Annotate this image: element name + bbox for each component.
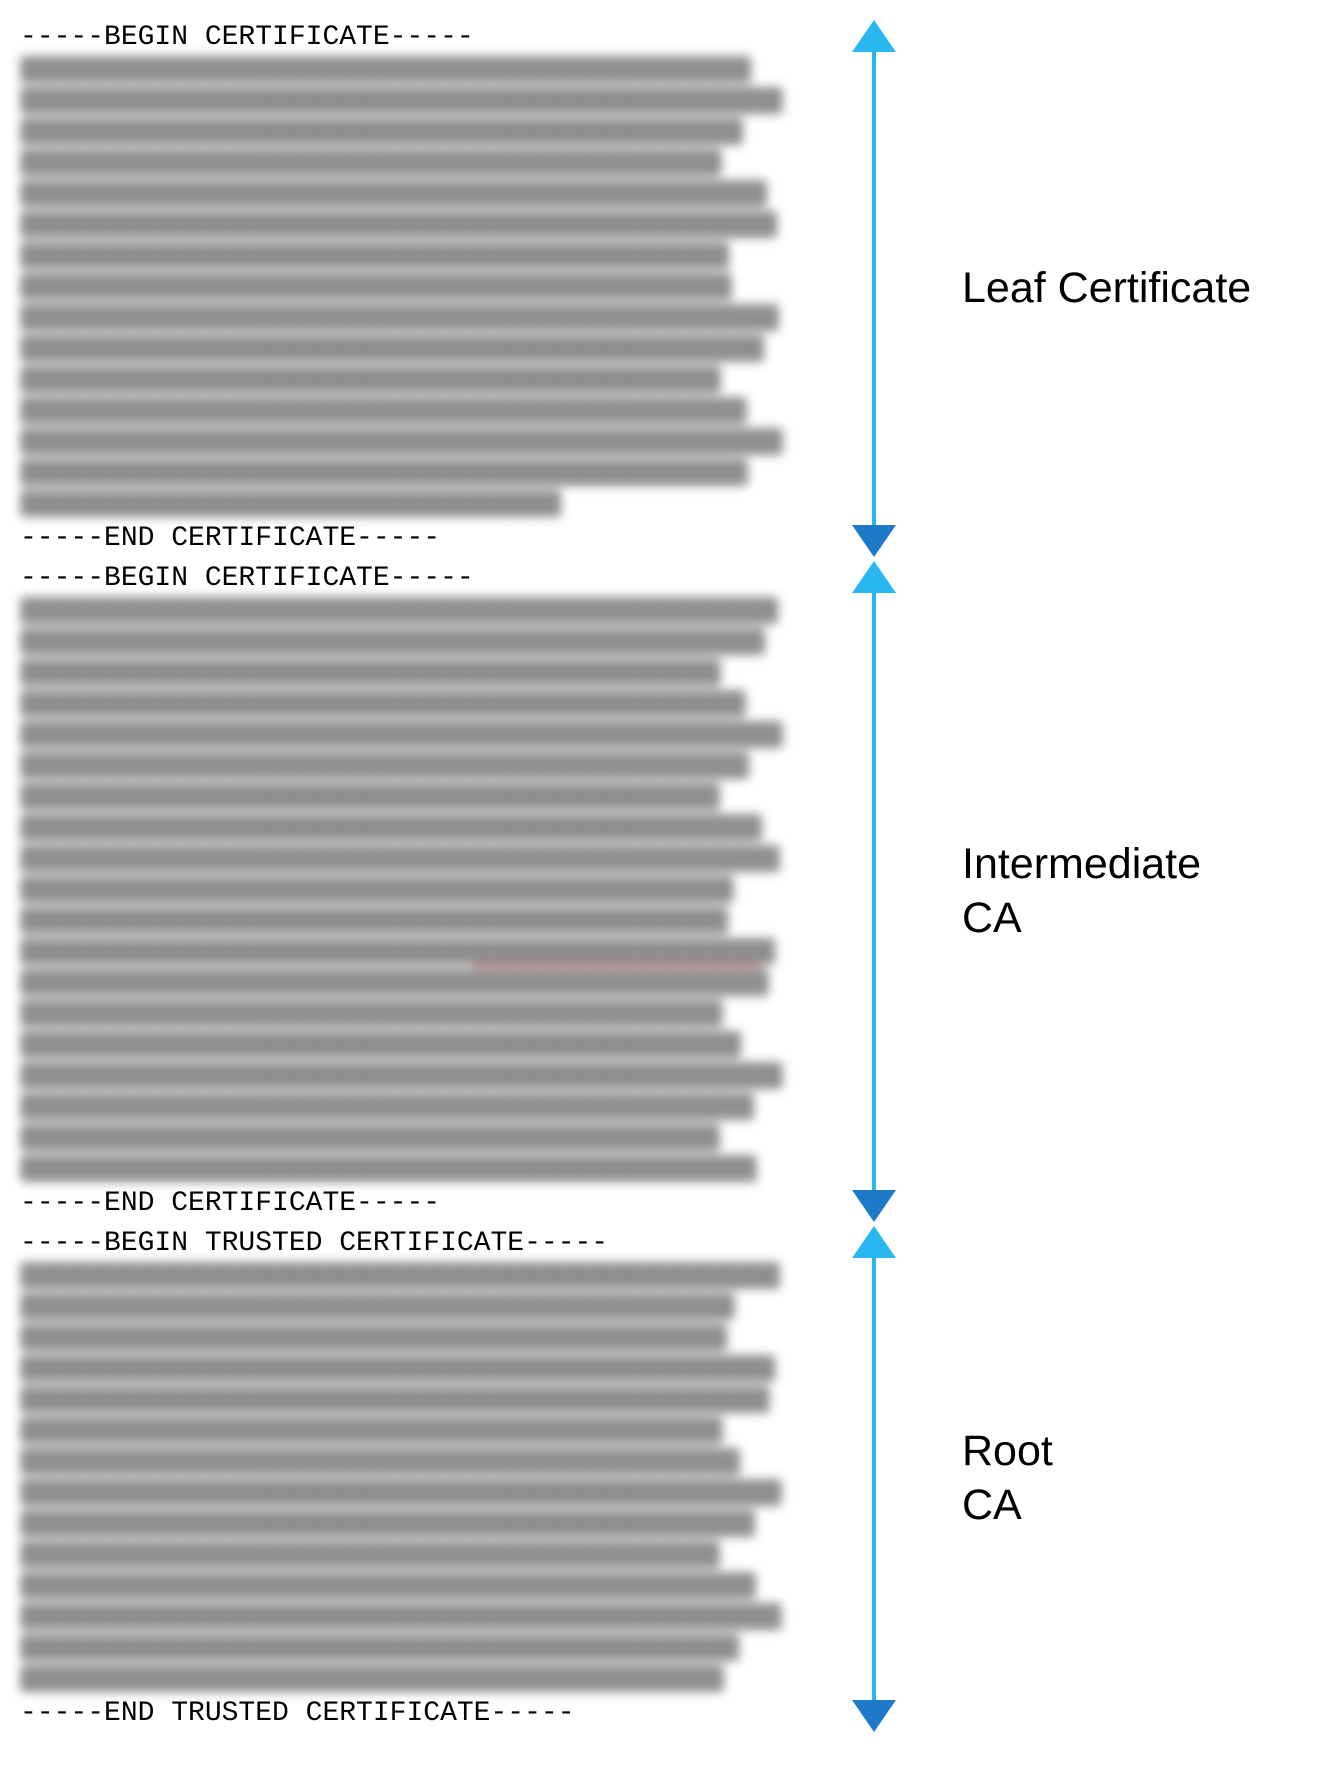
pem-body-line <box>20 1062 783 1089</box>
cert-role-label-container: Leaf Certificate <box>896 20 1298 557</box>
pem-body-line <box>20 1000 723 1027</box>
pem-body-line <box>20 1510 755 1537</box>
pem-body-line <box>20 273 732 300</box>
pem-body-line <box>20 690 746 717</box>
pem-body-line <box>20 1293 735 1320</box>
cert-pem-block: -----BEGIN TRUSTED CERTIFICATE----- -----… <box>20 1226 815 1732</box>
pem-body-line <box>20 242 729 269</box>
pem-end-line: -----END TRUSTED CERTIFICATE----- <box>20 1696 815 1732</box>
pem-body-line <box>20 304 779 331</box>
arrow-stem <box>872 52 876 525</box>
pem-body-line <box>20 149 722 176</box>
pem-body-line <box>20 876 734 903</box>
pem-body-line <box>20 1124 720 1151</box>
pem-body-line <box>20 752 749 779</box>
pem-body-line <box>20 721 783 748</box>
arrow-stem <box>872 1258 876 1700</box>
pem-body-line <box>20 597 778 624</box>
cert-role-label-container: Intermediate CA <box>896 561 1298 1222</box>
pem-body-line <box>20 180 767 207</box>
arrow-up-icon <box>852 20 896 52</box>
pem-body-line <box>20 1155 757 1182</box>
cert-pem-block: -----BEGIN CERTIFICATE----- -----END CERT… <box>20 20 815 557</box>
pem-body-line <box>20 56 751 83</box>
arrow-up-icon <box>852 1226 896 1258</box>
pem-body-line <box>20 938 775 965</box>
pem-body-line <box>20 1665 724 1692</box>
cert-chain-entry: -----BEGIN CERTIFICATE----- -----END CERT… <box>20 561 1298 1222</box>
pem-body-line <box>20 783 720 810</box>
pem-begin-line: -----BEGIN CERTIFICATE----- <box>20 20 815 56</box>
cert-chain-entry: -----BEGIN TRUSTED CERTIFICATE----- -----… <box>20 1226 1298 1732</box>
pem-body-line <box>20 1417 723 1444</box>
pem-body-line <box>20 845 780 872</box>
pem-begin-line: -----BEGIN CERTIFICATE----- <box>20 561 815 597</box>
pem-body-line <box>20 628 765 655</box>
pem-body-line <box>20 1448 740 1475</box>
arrow-down-icon <box>852 1190 896 1222</box>
extent-arrow <box>851 20 896 557</box>
pem-body-blurred <box>20 597 815 1186</box>
arrow-down-icon <box>852 1700 896 1732</box>
pem-body-line <box>20 814 762 841</box>
pem-body-line <box>20 1634 739 1661</box>
arrow-down-icon <box>852 525 896 557</box>
cert-chain-entry: -----BEGIN CERTIFICATE----- -----END CERT… <box>20 20 1298 557</box>
pem-end-line: -----END CERTIFICATE----- <box>20 1186 815 1222</box>
pem-body-line <box>20 1031 741 1058</box>
pem-end-line: -----END CERTIFICATE----- <box>20 521 815 557</box>
pem-body-line <box>20 335 764 362</box>
pem-begin-line: -----BEGIN TRUSTED CERTIFICATE----- <box>20 1226 815 1262</box>
pem-body-line <box>20 1479 782 1506</box>
pem-body-line <box>20 1262 780 1289</box>
pem-body-line <box>20 87 783 114</box>
pem-body-blurred <box>20 1262 815 1696</box>
pem-body-line <box>20 118 743 145</box>
pem-body-line <box>20 1386 770 1413</box>
pem-body-line <box>20 1355 775 1382</box>
pem-body-line <box>20 459 748 486</box>
cert-role-label: Root CA <box>962 1425 1053 1533</box>
pem-body-line <box>20 428 783 455</box>
pem-body-line <box>20 211 777 238</box>
extent-arrow <box>851 1226 896 1732</box>
extent-arrow <box>851 561 896 1222</box>
pem-body-line <box>20 969 769 996</box>
arrow-up-icon <box>852 561 896 593</box>
cert-pem-block: -----BEGIN CERTIFICATE----- -----END CERT… <box>20 561 815 1222</box>
arrow-stem <box>872 593 876 1190</box>
pem-body-line <box>20 1324 727 1351</box>
pem-body-line <box>20 1572 756 1599</box>
pem-body-line <box>20 397 747 424</box>
pem-body-line <box>20 490 561 517</box>
cert-role-label: Intermediate CA <box>962 838 1201 946</box>
pem-body-line <box>20 659 721 686</box>
pem-body-line <box>20 1603 782 1630</box>
pem-body-line <box>20 907 728 934</box>
cert-role-label: Leaf Certificate <box>962 262 1251 316</box>
pem-body-line <box>20 1541 720 1568</box>
pem-body-line <box>20 366 721 393</box>
pem-body-line <box>20 1093 754 1120</box>
cert-role-label-container: Root CA <box>896 1226 1298 1732</box>
pem-body-blurred <box>20 56 815 521</box>
